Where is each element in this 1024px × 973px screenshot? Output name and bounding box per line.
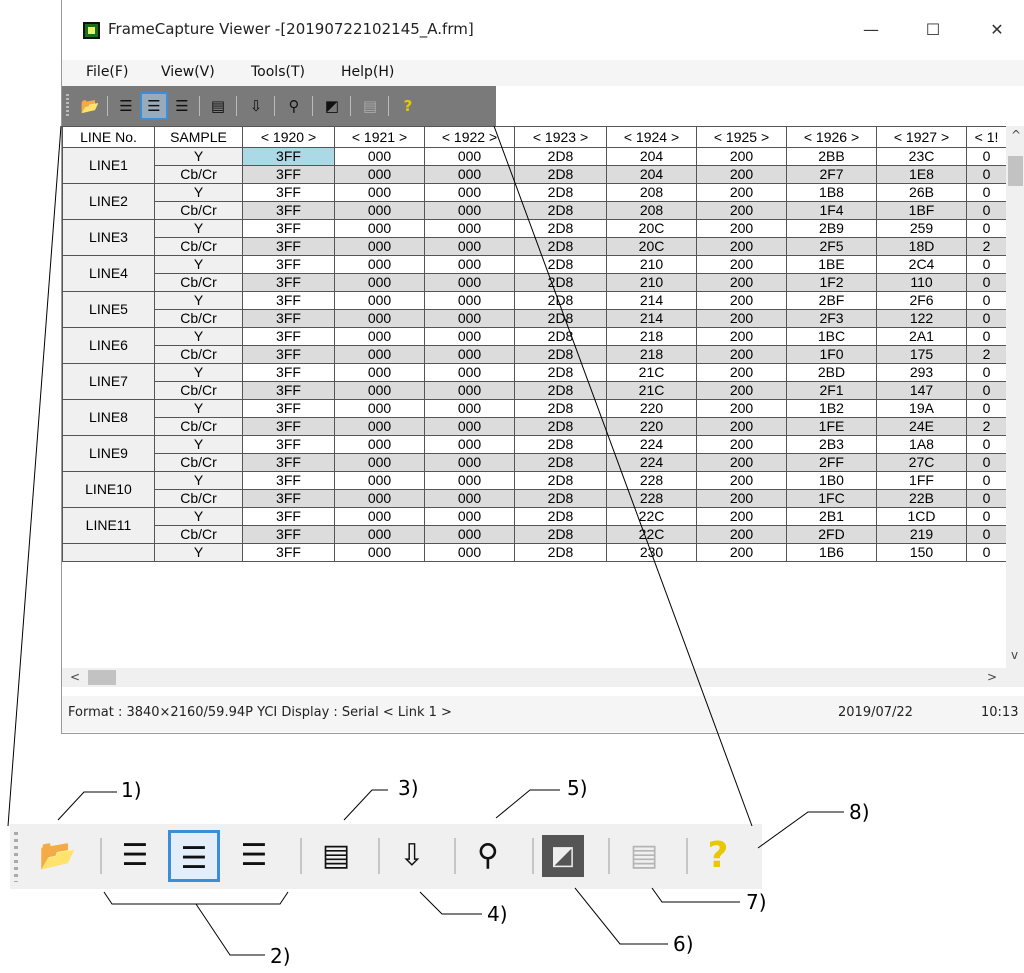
callout-label-8: 8) (849, 800, 870, 824)
callout-label-2: 2) (270, 944, 291, 968)
callout-label-5: 5) (567, 776, 588, 800)
callout-label-1: 1) (121, 778, 142, 802)
callout-label-7: 7) (746, 890, 767, 914)
callout-lines (7, 125, 844, 956)
callout-label-3: 3) (398, 776, 419, 800)
callout-label-4: 4) (487, 902, 508, 926)
callout-label-6: 6) (673, 932, 694, 956)
